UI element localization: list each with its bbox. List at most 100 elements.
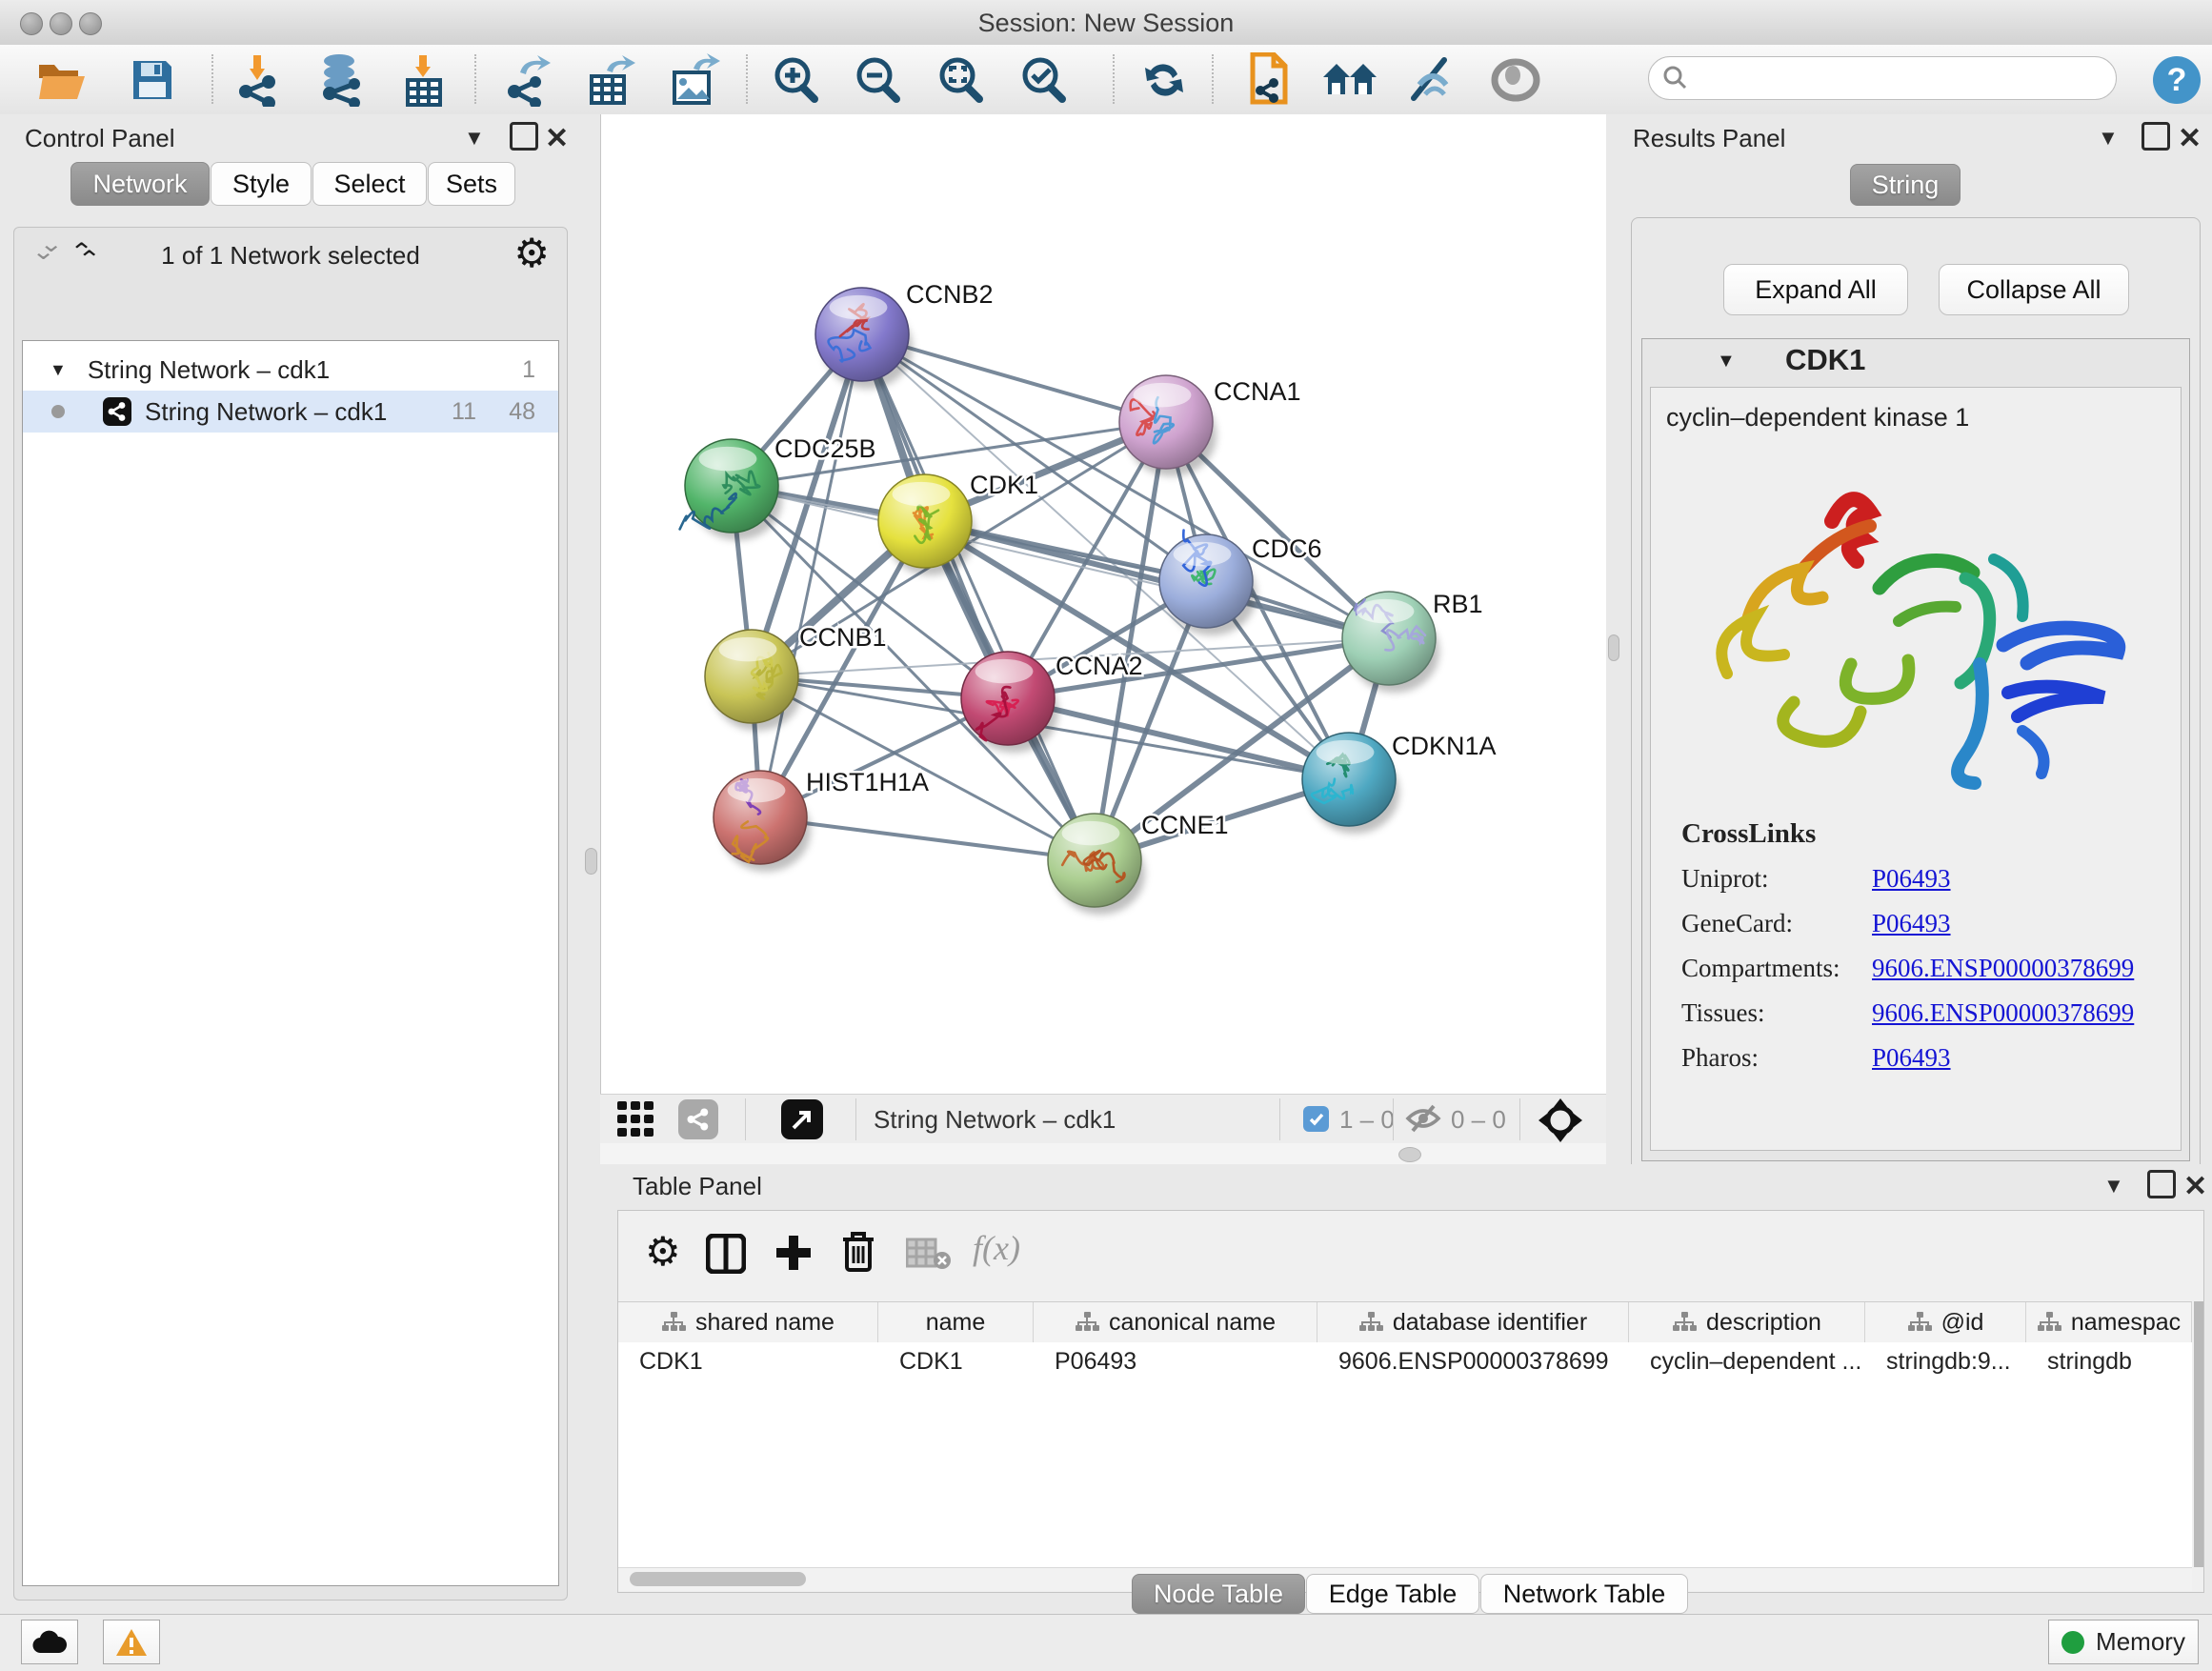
vertical-scrollbar[interactable] [2194,1301,2203,1567]
table-cell[interactable]: CDK1 [878,1342,1034,1380]
network-overview-icon[interactable] [678,1099,718,1139]
table-cell[interactable]: CDK1 [618,1342,878,1380]
right-splitter-handle[interactable] [1608,634,1619,661]
column-header-name[interactable]: name [878,1302,1034,1342]
crosslink-link[interactable]: 9606.ENSP00000378699 [1872,954,2134,983]
export-image-icon[interactable] [666,52,723,108]
search-field[interactable] [1648,56,2117,100]
network-selected-status: 1 of 1 Network selected [14,241,567,271]
float-panel-icon[interactable]: ▼ [2103,1174,2124,1198]
cloud-button[interactable] [21,1620,78,1664]
column-header-shared-name[interactable]: shared name [618,1302,878,1342]
memory-button[interactable]: Memory [2048,1620,2199,1664]
node-label-RB1: RB1 [1433,590,1483,618]
table-cell[interactable]: stringdb [2026,1342,2192,1380]
column-header-namespac[interactable]: namespac [2026,1302,2192,1342]
horizontal-scrollbar-thumb[interactable] [630,1572,806,1586]
detach-view-icon[interactable] [781,1099,823,1139]
gene-description: cyclin–dependent kinase 1 [1666,403,1969,433]
string-document-icon[interactable] [1238,52,1296,108]
import-network-database-icon[interactable] [312,52,369,108]
tab-network[interactable]: Network [70,162,210,206]
crosslink-link[interactable]: P06493 [1872,864,1951,894]
table-cell[interactable]: 9606.ENSP00000378699 [1317,1342,1629,1380]
gene-symbol: CDK1 [1785,343,1865,377]
table-row[interactable]: CDK1CDK1P064939606.ENSP00000378699cyclin… [618,1342,2192,1380]
tab-string-results[interactable]: String [1850,164,1961,206]
add-column-icon[interactable] [773,1232,814,1280]
import-network-file-icon[interactable] [229,52,286,108]
network-canvas[interactable]: CCNB2CCNA1CDC25BCDK1CDC6RB1CCNB1CCNA2CDK… [600,114,1607,1094]
column-header-database-identifier[interactable]: database identifier [1317,1302,1629,1342]
toolbar-separator [1212,54,1214,104]
zoom-in-icon[interactable] [769,52,826,108]
tab-network-table[interactable]: Network Table [1480,1574,1688,1614]
hide-glasses-icon[interactable] [1404,52,1461,108]
tab-node-table[interactable]: Node Table [1132,1574,1305,1614]
gear-icon[interactable]: ⚙ [513,233,550,273]
horizontal-splitter-handle[interactable] [1398,1147,1421,1162]
table-panel-title: Table Panel [633,1172,762,1201]
zoom-out-icon[interactable] [851,52,908,108]
export-table-icon[interactable] [583,52,640,108]
export-network-icon[interactable] [500,52,557,108]
table-cell[interactable]: stringdb:9... [1865,1342,2026,1380]
maximize-panel-icon[interactable] [510,122,538,151]
zoom-selected-icon[interactable] [1016,52,1074,108]
toolbar-separator [746,54,748,104]
selected-checkbox-icon[interactable] [1303,1106,1329,1132]
network-collection-row[interactable]: ▼ String Network – cdk1 1 [23,349,558,391]
collapse-all-button[interactable]: Collapse All [1939,264,2129,315]
table-cell[interactable]: cyclin–dependent ... [1629,1342,1865,1380]
table-empty-area [618,1380,2192,1567]
fit-content-crosshair-icon[interactable] [1538,1098,1582,1149]
hidden-eye-slash-icon[interactable] [1405,1102,1441,1141]
edge-HIST1H1A-CCNE1[interactable] [760,817,1095,860]
show-columns-icon[interactable] [706,1234,746,1280]
maximize-panel-icon[interactable] [2147,1170,2176,1198]
column-header-canonical-name[interactable]: canonical name [1034,1302,1317,1342]
column-header-description[interactable]: description [1629,1302,1865,1342]
network-row-selected[interactable]: String Network – cdk1 11 48 [23,391,558,433]
table-cell[interactable]: P06493 [1034,1342,1317,1380]
close-panel-icon[interactable]: ✕ [2183,1170,2207,1203]
open-session-icon[interactable] [33,52,90,108]
left-splitter-handle[interactable] [585,848,597,875]
eye-icon[interactable] [1487,52,1544,108]
node-label-CDC25B: CDC25B [774,434,876,463]
float-panel-icon[interactable]: ▼ [2098,126,2119,151]
search-input[interactable] [1689,64,2093,92]
tree-expand-arrow-icon[interactable]: ▼ [50,360,67,380]
collapse-gene-arrow-icon[interactable]: ▼ [1717,351,1736,372]
close-panel-icon[interactable]: ✕ [545,122,569,155]
gene-details: cyclin–dependent kinase 1 [1650,387,2182,1151]
gear-icon[interactable]: ⚙ [645,1232,681,1272]
import-table-file-icon[interactable] [394,52,452,108]
crosslink-row: Compartments: 9606.ENSP00000378699 [1664,954,2169,998]
crosslink-link[interactable]: 9606.ENSP00000378699 [1872,998,2134,1028]
float-panel-icon[interactable]: ▼ [464,126,485,151]
string-home-icon[interactable] [1321,52,1378,108]
close-panel-icon[interactable]: ✕ [2178,122,2202,155]
tab-select[interactable]: Select [312,162,427,206]
warning-button[interactable] [103,1620,160,1664]
zoom-fit-icon[interactable] [934,52,991,108]
crosslink-link[interactable]: P06493 [1872,1043,1951,1073]
delete-column-icon[interactable] [839,1230,877,1280]
refresh-icon[interactable] [1136,52,1193,108]
grid-view-icon[interactable] [617,1101,655,1144]
left-splitter[interactable] [581,114,600,1614]
column-header-@id[interactable]: @id [1865,1302,2026,1342]
right-splitter[interactable] [1606,114,1619,1164]
tab-edge-table[interactable]: Edge Table [1306,1574,1479,1614]
horizontal-splitter[interactable] [600,1143,1606,1164]
viewbar-separator [1393,1098,1394,1140]
tab-style[interactable]: Style [211,162,312,206]
help-icon[interactable]: ? [2148,52,2205,108]
crosslink-link[interactable]: P06493 [1872,909,1951,938]
network-tree: ▼ String Network – cdk1 1 String Network… [22,340,559,1586]
tab-sets[interactable]: Sets [428,162,515,206]
maximize-panel-icon[interactable] [2142,122,2170,151]
save-session-icon[interactable] [124,52,181,108]
expand-all-button[interactable]: Expand All [1723,264,1908,315]
